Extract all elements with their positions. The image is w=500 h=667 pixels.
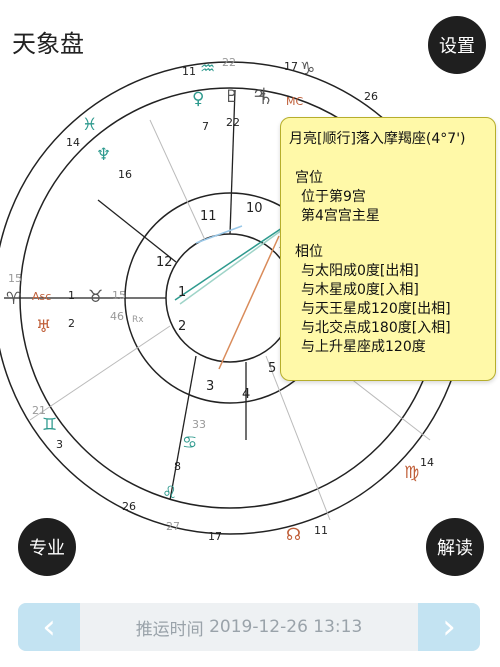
settings-button[interactable]: 设置 xyxy=(428,16,486,74)
ring-degree-22b: 22 xyxy=(226,116,240,129)
ring-degree-15: 15 xyxy=(8,272,22,285)
progression-time-display[interactable]: 推运时间 2019-12-26 13:13 xyxy=(80,603,418,651)
house-heading: 宫位 xyxy=(295,170,323,186)
progression-datetime: 2019-12-26 13:13 xyxy=(209,617,363,637)
ring-degree-1: 1 xyxy=(68,289,75,302)
ring-degree-11: 11 xyxy=(182,65,196,78)
uranus-icon: ♅ xyxy=(36,317,51,337)
interpret-button[interactable]: 解读 xyxy=(426,518,484,576)
next-time-button[interactable]: › xyxy=(418,603,480,651)
retrograde-icon: Rx xyxy=(132,315,144,325)
aspect-item: 与上升星座成120度 xyxy=(301,339,426,355)
ring-degree-17: 17 xyxy=(284,60,298,73)
previous-time-button[interactable]: ‹ xyxy=(18,603,80,651)
progression-time-label: 推运时间 xyxy=(135,619,204,640)
ring-degree-15b: 15 xyxy=(112,289,126,302)
ring-degree-3: 3 xyxy=(56,438,63,451)
aspect-item: 与木星成0度[入相] xyxy=(301,282,419,298)
node-icon: ☊ xyxy=(286,525,301,545)
ring-degree-33: 33 xyxy=(192,418,206,431)
house-item: 第4宫宫主星 xyxy=(301,208,380,224)
pisces-icon: ♓ xyxy=(82,115,97,135)
ring-degree-14b: 14 xyxy=(420,456,434,469)
virgo-icon: ♍ xyxy=(404,463,419,483)
ring-degree-8: 8 xyxy=(174,460,181,473)
house-cusp-12 xyxy=(97,199,177,263)
saturn-icon: ♄ xyxy=(258,89,273,109)
gemini-icon: ♊ xyxy=(42,415,57,435)
neptune-icon: ♆ xyxy=(96,145,111,165)
ring-degree-14: 14 xyxy=(66,136,80,149)
pluto-icon: ♇ xyxy=(224,87,239,107)
ring-degree-11b: 11 xyxy=(314,524,328,537)
ring-degree-26: 26 xyxy=(364,90,378,103)
ring-degree-17b: 17 xyxy=(208,530,222,543)
chevron-right-icon: › xyxy=(442,607,456,647)
venus-icon: ♀ xyxy=(192,89,204,109)
asc-label: Asc xyxy=(32,290,51,303)
aspect-item: 与北交点成180度[入相] xyxy=(301,320,451,336)
ring-degree-2: 2 xyxy=(68,317,75,330)
house-number-4: 4 xyxy=(242,387,250,402)
ring-degree-22: 22 xyxy=(222,56,236,69)
aspect-line-orange xyxy=(218,235,280,370)
house-cusp-10 xyxy=(229,89,236,235)
ring-degree-27: 27 xyxy=(166,520,180,533)
ring-degree-7: 7 xyxy=(202,120,209,133)
aspect-line-light-green xyxy=(179,229,283,305)
cancer-icon: ♋ xyxy=(182,433,197,453)
taurus-icon: ♉ xyxy=(88,287,103,307)
house-number-5: 5 xyxy=(268,361,276,376)
leo-icon: ♌ xyxy=(162,483,177,503)
house-number-12: 12 xyxy=(156,255,173,270)
house-number-10: 10 xyxy=(246,201,263,216)
capricorn-icon: ♑ xyxy=(300,59,315,79)
aspect-heading: 相位 xyxy=(295,244,323,260)
house-item: 位于第9宫 xyxy=(301,189,366,205)
chevron-left-icon: ‹ xyxy=(42,607,56,647)
aspect-item: 与太阳成0度[出相] xyxy=(301,263,419,279)
aries-icon: ♈ xyxy=(6,289,21,309)
ring-degree-26b: 26 xyxy=(122,500,136,513)
ring-degree-16: 16 xyxy=(118,168,132,181)
planet-info-popup: 月亮[顺行]落入摩羯座(4°7') 宫位 位于第9宫 第4宫宫主星 相位 与太阳… xyxy=(280,117,496,381)
aspect-item: 与天王星成120度[出相] xyxy=(301,301,451,317)
house-number-3: 3 xyxy=(206,379,214,394)
house-number-1: 1 xyxy=(178,285,186,300)
mc-label: MC xyxy=(286,95,303,108)
house-number-11: 11 xyxy=(200,209,217,224)
aquarius-icon: ♒ xyxy=(200,59,215,79)
house-cusp-2 xyxy=(29,325,171,421)
popup-title: 月亮[顺行]落入摩羯座(4°7') xyxy=(289,131,466,147)
pro-mode-button[interactable]: 专业 xyxy=(18,518,76,576)
house-number-2: 2 xyxy=(178,319,186,334)
ring-degree-46: 46 xyxy=(110,310,124,323)
